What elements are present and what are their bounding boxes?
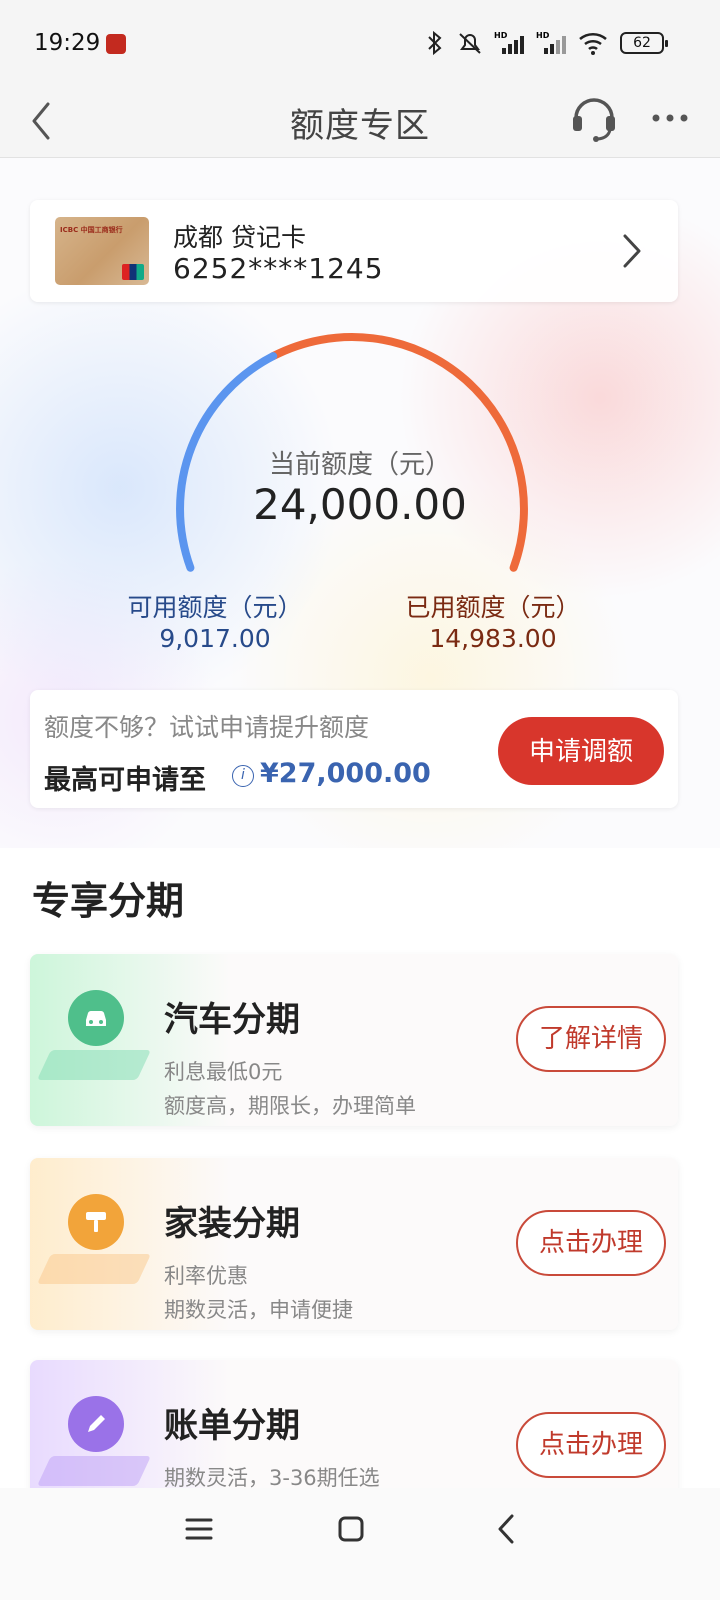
credit-overview: ICBC 中国工商银行 成都 贷记卡 6252****1245 当前额度（元） …	[0, 158, 720, 848]
svg-text:HD: HD	[536, 31, 550, 40]
available-credit-label: 可用额度（元）	[127, 593, 303, 622]
current-credit-value: 24,000.00	[253, 480, 467, 529]
car-installment-card[interactable]: 汽车分期 利息最低0元 额度高，期限长，办理简单 了解详情	[30, 954, 678, 1126]
installment-name: 家装分期	[164, 1204, 300, 1244]
more-options-icon[interactable]	[650, 108, 690, 128]
nav-bar: 额度专区	[0, 90, 720, 158]
icon-plate	[37, 1050, 151, 1080]
svg-text:HD: HD	[494, 31, 508, 40]
credit-upgrade-card: 额度不够？试试申请提升额度 最高可申请至 i ¥27,000.00 申请调额	[30, 690, 678, 808]
max-credit-value: ¥27,000.00	[260, 758, 431, 789]
home-icon[interactable]	[336, 1514, 366, 1544]
available-credit-value: 9,017.00	[159, 624, 271, 653]
system-navigation-bar	[0, 1488, 720, 1600]
installment-desc-2: 期数灵活，申请便捷	[164, 1298, 353, 1322]
system-back-icon[interactable]	[492, 1512, 522, 1546]
used-credit-label: 已用额度（元）	[405, 593, 581, 622]
wifi-icon	[579, 32, 607, 55]
icon-plate	[37, 1254, 151, 1284]
home-decor-installment-card[interactable]: 家装分期 利率优惠 期数灵活，申请便捷 点击办理	[30, 1158, 678, 1330]
installment-desc-1: 利率优惠	[164, 1264, 248, 1288]
learn-more-button[interactable]: 了解详情	[516, 1006, 666, 1072]
battery-indicator: 62	[620, 32, 668, 54]
current-credit-label: 当前额度（元）	[268, 450, 451, 480]
apply-adjust-button[interactable]: 申请调额	[498, 717, 664, 785]
installment-name: 汽车分期	[164, 1000, 300, 1040]
app-notification-icon	[106, 34, 126, 54]
info-icon[interactable]: i	[232, 765, 254, 787]
status-icons: HD HD 62	[424, 30, 668, 56]
max-credit-label: 最高可申请至	[44, 765, 206, 796]
mute-icon	[459, 33, 481, 54]
status-bar: 19:29 HD HD 62	[0, 0, 720, 90]
installment-name: 账单分期	[164, 1406, 300, 1446]
pencil-icon	[68, 1396, 124, 1452]
apply-now-button[interactable]: 点击办理	[516, 1210, 666, 1276]
installment-desc-2: 额度高，期限长，办理简单	[164, 1094, 416, 1118]
used-credit-value: 14,983.00	[429, 624, 557, 653]
bluetooth-icon	[428, 30, 442, 56]
menu-icon[interactable]	[184, 1514, 214, 1544]
paint-roller-icon	[68, 1194, 124, 1250]
status-time: 19:29	[34, 30, 101, 56]
car-icon	[68, 990, 124, 1046]
upgrade-prompt: 额度不够？试试申请提升额度	[44, 713, 370, 742]
customer-service-icon[interactable]	[570, 94, 618, 144]
installments-section: 专享分期 汽车分期 利息最低0元 额度高，期限长，办理简单 了解详情 家装分期 …	[0, 848, 720, 1532]
section-title: 专享分期	[32, 879, 185, 923]
installment-desc-1: 利息最低0元	[164, 1060, 283, 1084]
apply-now-button[interactable]: 点击办理	[516, 1412, 666, 1478]
icon-plate	[37, 1456, 151, 1486]
signal-icon-1: HD	[494, 31, 524, 54]
signal-icon-2: HD	[536, 31, 566, 54]
